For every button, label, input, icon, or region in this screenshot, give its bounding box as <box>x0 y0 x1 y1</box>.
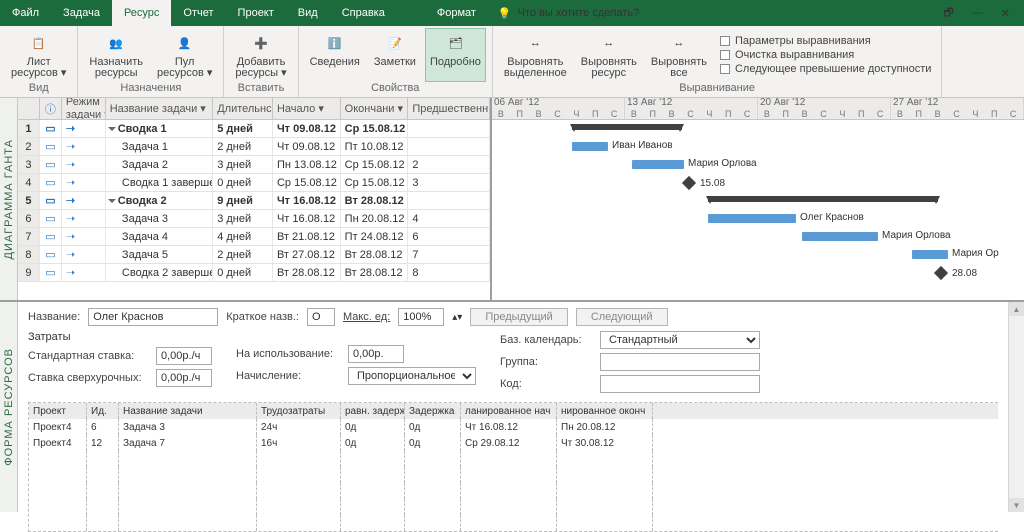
col-header[interactable]: Начало ▾ <box>273 98 341 119</box>
ribbon-assign-button[interactable]: 👥Назначитьресурсы <box>84 28 148 82</box>
ribbon-info-button[interactable]: ℹ️Сведения <box>305 28 365 82</box>
tab-file[interactable]: Файл <box>0 0 51 26</box>
table-row[interactable]: 6▭➝ Задача 33 днейЧт 16.08.12Пн 20.08.12… <box>18 210 490 228</box>
window-close-icon[interactable]: ✕ <box>1001 7 1010 20</box>
pool-icon: 👤 <box>171 31 199 55</box>
task-grid[interactable]: ⓘ Режимзадачи ▾Название задачи ▾Длительнс… <box>18 98 492 300</box>
gantt-bar[interactable] <box>708 214 796 223</box>
sheet-icon: 📋 <box>25 31 53 55</box>
gantt-milestone[interactable] <box>934 266 948 280</box>
bulb-icon: 💡 <box>498 7 512 20</box>
ribbon-lev3-button[interactable]: ↔Выровнятьвсе <box>646 28 712 82</box>
detail-icon: 🗂 <box>441 31 469 55</box>
lev2-icon: ↔ <box>595 31 623 55</box>
ribbon: 📋Листресурсов ▾Вид👥Назначитьресурсы👤Пулр… <box>0 26 1024 98</box>
ribbon-line[interactable]: Параметры выравнивания <box>720 35 931 47</box>
table-row[interactable]: 7▭➝ Задача 44 днейВт 21.08.12Пт 24.08.12… <box>18 228 490 246</box>
table-row[interactable]: 5▭➝Сводка 29 днейЧт 16.08.12Вт 28.08.12 <box>18 192 490 210</box>
ribbon-sheet-button[interactable]: 📋Листресурсов ▾ <box>6 28 71 82</box>
short-input[interactable] <box>307 308 335 326</box>
gantt-summary[interactable] <box>572 124 682 130</box>
ribbon-lev1-button[interactable]: ↔Выровнятьвыделенное <box>499 28 572 82</box>
col-header[interactable]: ⓘ <box>40 98 62 119</box>
window-restore-icon[interactable]: 🗗 <box>943 4 953 23</box>
note-icon: 📝 <box>381 31 409 55</box>
add-icon: ➕ <box>247 31 275 55</box>
assign-icon: 👥 <box>102 31 130 55</box>
code-input[interactable] <box>600 375 760 393</box>
scrollbar[interactable]: ▲ ▼ <box>1008 302 1024 512</box>
scroll-up-icon[interactable]: ▲ <box>1009 302 1024 316</box>
prev-button[interactable]: Предыдущий <box>470 308 567 326</box>
gantt-label: Мария Орлова <box>688 158 757 169</box>
col-header[interactable]: Окончани ▾ <box>341 98 409 119</box>
gantt-chart[interactable]: 06 Авг '12ВПВСЧПС13 Авг '12ВПВСЧПС20 Авг… <box>492 98 1024 300</box>
assignment-table[interactable]: ПроектИд.Название задачиТрудозатратыравн… <box>28 402 998 532</box>
ribbon-note-button[interactable]: 📝Заметки <box>369 28 421 82</box>
col-header[interactable]: Режимзадачи ▾ <box>62 98 106 119</box>
gantt-label: Мария Ор <box>952 248 999 259</box>
ribbon-pool-button[interactable]: 👤Пулресурсов ▾ <box>152 28 217 82</box>
table-row[interactable]: 1▭➝Сводка 15 днейЧт 09.08.12Ср 15.08.12 <box>18 120 490 138</box>
gantt-label: Мария Орлова <box>882 230 951 241</box>
lev1-icon: ↔ <box>521 31 549 55</box>
info-icon: ⓘ <box>45 101 56 117</box>
gantt-milestone[interactable] <box>682 176 696 190</box>
table-row[interactable]: 4▭➝ Сводка 1 завершена0 днейСр 15.08.12С… <box>18 174 490 192</box>
gantt-bar[interactable] <box>572 142 608 151</box>
col-header[interactable]: Предшественн ▾ <box>408 98 490 119</box>
ovt-rate-input[interactable] <box>156 369 212 387</box>
resource-form: Название: Краткое назв.: Макс. ед: ▴▾ Пр… <box>18 302 1008 512</box>
calendar-select[interactable]: Стандартный <box>600 331 760 349</box>
col-header[interactable] <box>18 98 40 119</box>
name-input[interactable] <box>88 308 218 326</box>
ribbon-line[interactable]: Следующее превышение доступности <box>720 63 931 75</box>
search-help[interactable]: 💡 Что вы хотите сделать? <box>498 0 639 26</box>
gantt-bar[interactable] <box>632 160 684 169</box>
tab-format[interactable]: Формат <box>425 0 488 26</box>
col-header[interactable]: Название задачи ▾ <box>106 98 214 119</box>
group-input[interactable] <box>600 353 760 371</box>
gantt-label: Иван Иванов <box>612 140 673 151</box>
info-icon: ℹ️ <box>321 31 349 55</box>
tab-help[interactable]: Справка <box>330 0 397 26</box>
table-row[interactable]: 8▭➝ Задача 52 днейВт 27.08.12Вт 28.08.12… <box>18 246 490 264</box>
tab-view[interactable]: Вид <box>286 0 330 26</box>
tab-resource[interactable]: Ресурс <box>112 0 171 26</box>
lev3-icon: ↔ <box>665 31 693 55</box>
ribbon-detail-button[interactable]: 🗂Подробно <box>425 28 486 82</box>
side-label-top: ДИАГРАММА ГАНТА <box>0 98 18 300</box>
tab-report[interactable]: Отчет <box>171 0 225 26</box>
tab-task[interactable]: Задача <box>51 0 112 26</box>
window-minimize-icon[interactable]: — <box>972 7 983 19</box>
col-header[interactable]: Длительнс ▾ <box>213 98 273 119</box>
scroll-down-icon[interactable]: ▼ <box>1009 498 1024 512</box>
gantt-label: Олег Краснов <box>800 212 864 223</box>
table-row[interactable]: 3▭➝ Задача 23 днейПн 13.08.12Ср 15.08.12… <box>18 156 490 174</box>
gantt-bar[interactable] <box>802 232 878 241</box>
ribbon-add-button[interactable]: ➕Добавитьресурсы ▾ <box>230 28 291 82</box>
ribbon-lev2-button[interactable]: ↔Выровнятьресурс <box>576 28 642 82</box>
std-rate-input[interactable] <box>156 347 212 365</box>
gantt-bar[interactable] <box>912 250 948 259</box>
gantt-summary[interactable] <box>708 196 938 202</box>
table-row[interactable]: 9▭➝ Сводка 2 завершена0 днейВт 28.08.12В… <box>18 264 490 282</box>
tab-project[interactable]: Проект <box>226 0 286 26</box>
side-label-bottom: ФОРМА РЕСУРСОВ <box>0 302 18 512</box>
accrual-select[interactable]: Пропорциональное <box>348 367 476 385</box>
max-input[interactable] <box>398 308 444 326</box>
menubar: Файл Задача Ресурс Отчет Проект Вид Спра… <box>0 0 1024 26</box>
next-button[interactable]: Следующий <box>576 308 668 326</box>
table-row[interactable]: 2▭➝ Задача 12 днейЧт 09.08.12Пт 10.08.12 <box>18 138 490 156</box>
ribbon-line[interactable]: Очистка выравнивания <box>720 49 931 61</box>
use-input[interactable] <box>348 345 404 363</box>
